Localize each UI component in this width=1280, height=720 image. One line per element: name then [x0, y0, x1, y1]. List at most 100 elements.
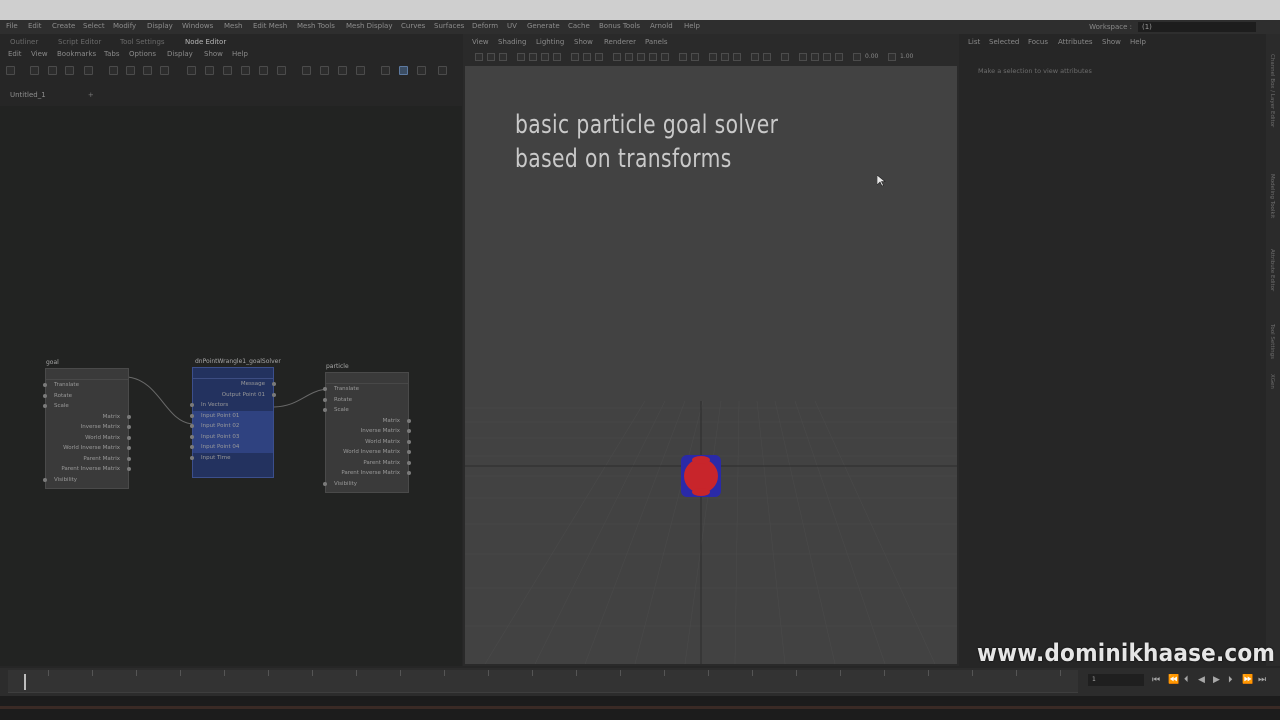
step-back-frame-icon[interactable]: ⏴	[1184, 675, 1189, 685]
menu-curves[interactable]: Curves	[401, 22, 425, 30]
ne-menu-bookmarks[interactable]: Bookmarks	[57, 50, 96, 58]
shadows-icon[interactable]	[625, 53, 633, 61]
gamma-value[interactable]: 1.00	[900, 53, 913, 60]
node-goal[interactable]: goal Translate Rotate Scale Matrix Inver…	[43, 359, 131, 489]
resolution-gate-icon[interactable]	[553, 53, 561, 61]
attr-parent-inverse-matrix[interactable]: Parent Inverse Matrix	[326, 468, 411, 479]
attr-rotate[interactable]: Rotate	[323, 395, 408, 406]
isolate-select-icon[interactable]	[691, 53, 699, 61]
refresh-icon[interactable]	[30, 66, 39, 75]
menu-modify[interactable]: Modify	[113, 22, 136, 30]
safe-action-icon[interactable]	[835, 53, 843, 61]
menu-edit-mesh[interactable]: Edit Mesh	[253, 22, 287, 30]
tab-outliner[interactable]: Outliner	[10, 38, 38, 46]
range-slider-bar[interactable]	[0, 706, 1280, 709]
gate-mask-icon[interactable]	[811, 53, 819, 61]
menu-create[interactable]: Create	[52, 22, 75, 30]
layout-icon[interactable]	[160, 66, 169, 75]
grid-icon[interactable]	[529, 53, 537, 61]
motion-blur-icon[interactable]	[649, 53, 657, 61]
attr-world-inverse-matrix[interactable]: World Inverse Matrix	[46, 443, 131, 454]
attr-matrix[interactable]: Matrix	[46, 412, 131, 423]
highlight-icon[interactable]	[399, 66, 408, 75]
go-to-end-icon[interactable]: ⏭	[1258, 675, 1266, 685]
ne-menu-view[interactable]: View	[31, 50, 48, 58]
side-tab-channel-box[interactable]: Channel Box / Layer Editor	[1269, 54, 1275, 127]
ne-menu-show[interactable]: Show	[204, 50, 223, 58]
lights-icon[interactable]	[613, 53, 621, 61]
menu-help[interactable]: Help	[684, 22, 700, 30]
node-graph-canvas[interactable]: goal Translate Rotate Scale Matrix Inver…	[0, 106, 462, 666]
node-goal-solver[interactable]: dnPointWrangle1_goalSolver Message Outpu…	[190, 358, 281, 478]
attr-matrix[interactable]: Matrix	[326, 416, 411, 427]
hud-icon[interactable]	[799, 53, 807, 61]
add-tab-button[interactable]: +	[88, 91, 94, 99]
depth-of-field-icon[interactable]	[679, 53, 687, 61]
swatch-icon[interactable]	[381, 66, 390, 75]
vp-menu-renderer[interactable]: Renderer	[604, 38, 636, 46]
camera-attrs-icon[interactable]	[487, 53, 495, 61]
attr-inverse-matrix[interactable]: Inverse Matrix	[326, 426, 411, 437]
menu-windows[interactable]: Windows	[182, 22, 213, 30]
exposure-field-icon[interactable]	[853, 53, 861, 61]
menu-generate[interactable]: Generate	[527, 22, 560, 30]
ae-menu-selected[interactable]: Selected	[989, 38, 1019, 46]
attr-visibility[interactable]: Visibility	[43, 475, 128, 486]
io-connections-icon[interactable]	[65, 66, 74, 75]
go-to-start-icon[interactable]: ⏮	[1152, 675, 1160, 685]
search-icon[interactable]	[259, 66, 268, 75]
gamma-field-icon[interactable]	[888, 53, 896, 61]
clear-graph-icon[interactable]	[143, 66, 152, 75]
menu-uv[interactable]: UV	[507, 22, 517, 30]
xray-components-icon[interactable]	[733, 53, 741, 61]
attr-inverse-matrix[interactable]: Inverse Matrix	[46, 422, 131, 433]
full-mode-icon[interactable]	[223, 66, 232, 75]
menu-select[interactable]: Select	[83, 22, 105, 30]
play-forwards-icon[interactable]: ▶	[1213, 675, 1220, 685]
menu-display[interactable]: Display	[147, 22, 173, 30]
attr-translate[interactable]: Translate	[323, 384, 408, 395]
bookmark-icon[interactable]	[499, 53, 507, 61]
ne-menu-help[interactable]: Help	[232, 50, 248, 58]
custom-mode-icon[interactable]	[241, 66, 250, 75]
xray-joints-icon[interactable]	[721, 53, 729, 61]
menu-file[interactable]: File	[6, 22, 18, 30]
camera-icon[interactable]	[475, 53, 483, 61]
xray-icon[interactable]	[709, 53, 717, 61]
tab-script-editor[interactable]: Script Editor	[58, 38, 101, 46]
particle-cube[interactable]	[677, 451, 727, 501]
antialias-icon[interactable]	[661, 53, 669, 61]
menu-deform[interactable]: Deform	[472, 22, 498, 30]
attr-input-point-03[interactable]: Input Point 03	[190, 431, 273, 442]
attr-input-point-04[interactable]: Input Point 04	[190, 442, 273, 453]
lock-icon[interactable]	[438, 66, 447, 75]
exposure-icon[interactable]	[751, 53, 759, 61]
attr-input-time[interactable]: Input Time	[190, 453, 273, 464]
color-mgmt-icon[interactable]	[781, 53, 789, 61]
attr-parent-matrix[interactable]: Parent Matrix	[326, 458, 411, 469]
attr-world-matrix[interactable]: World Matrix	[46, 433, 131, 444]
node-size-icon[interactable]	[417, 66, 426, 75]
attr-input-point-02[interactable]: Input Point 02	[190, 421, 273, 432]
ae-menu-show[interactable]: Show	[1102, 38, 1121, 46]
film-gate-icon[interactable]	[541, 53, 549, 61]
3d-viewport[interactable]: basic particle goal solver based on tran…	[465, 66, 957, 664]
attr-output-point-01[interactable]: Output Point 01	[193, 390, 276, 401]
attr-scale[interactable]: Scale	[43, 401, 128, 412]
ae-menu-attributes[interactable]: Attributes	[1058, 38, 1093, 46]
bookmark-icon[interactable]	[356, 66, 365, 75]
step-forward-key-icon[interactable]: ⏩	[1242, 675, 1253, 685]
tab-node-editor[interactable]: Node Editor	[185, 38, 226, 46]
grid-snap-icon[interactable]	[320, 66, 329, 75]
smooth-shade-icon[interactable]	[583, 53, 591, 61]
ne-menu-options[interactable]: Options	[129, 50, 156, 58]
vp-menu-lighting[interactable]: Lighting	[536, 38, 564, 46]
vp-menu-show[interactable]: Show	[574, 38, 593, 46]
add-selected-icon[interactable]	[109, 66, 118, 75]
ae-menu-help[interactable]: Help	[1130, 38, 1146, 46]
menu-mesh-display[interactable]: Mesh Display	[346, 22, 392, 30]
time-slider-track[interactable]	[8, 670, 1078, 693]
menu-mesh-tools[interactable]: Mesh Tools	[297, 22, 335, 30]
image-plane-icon[interactable]	[517, 53, 525, 61]
simple-mode-icon[interactable]	[187, 66, 196, 75]
